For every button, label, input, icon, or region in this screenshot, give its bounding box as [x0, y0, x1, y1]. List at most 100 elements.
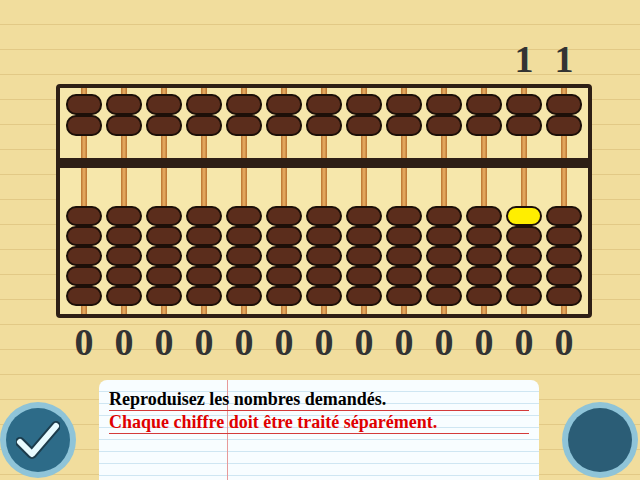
bead[interactable]: [266, 115, 302, 136]
bead[interactable]: [66, 94, 102, 115]
bead[interactable]: [106, 266, 142, 286]
bead[interactable]: [346, 246, 382, 266]
bead[interactable]: [546, 286, 582, 306]
rod: [384, 88, 424, 158]
bead[interactable]: [506, 246, 542, 266]
bead[interactable]: [426, 246, 462, 266]
bead[interactable]: [386, 246, 422, 266]
bead[interactable]: [226, 246, 262, 266]
bead[interactable]: [226, 286, 262, 306]
bead[interactable]: [426, 115, 462, 136]
bead[interactable]: [66, 286, 102, 306]
bead[interactable]: [306, 266, 342, 286]
bead[interactable]: [466, 286, 502, 306]
bead[interactable]: [106, 206, 142, 226]
bead[interactable]: [186, 226, 222, 246]
bead[interactable]: [186, 115, 222, 136]
bead[interactable]: [106, 246, 142, 266]
bead[interactable]: [306, 206, 342, 226]
bead[interactable]: [506, 115, 542, 136]
bead[interactable]: [466, 266, 502, 286]
bead[interactable]: [546, 226, 582, 246]
bead[interactable]: [266, 286, 302, 306]
bead[interactable]: [306, 115, 342, 136]
bead[interactable]: [186, 286, 222, 306]
bead[interactable]: [466, 226, 502, 246]
bead[interactable]: [146, 206, 182, 226]
column-digit: 0: [64, 323, 104, 361]
bead[interactable]: [426, 94, 462, 115]
bead[interactable]: [506, 206, 542, 226]
bead[interactable]: [186, 206, 222, 226]
bead[interactable]: [106, 94, 142, 115]
bead[interactable]: [346, 206, 382, 226]
bead[interactable]: [306, 94, 342, 115]
rod: [544, 88, 584, 158]
bead[interactable]: [466, 94, 502, 115]
rod: [64, 168, 104, 315]
bead[interactable]: [506, 94, 542, 115]
bead[interactable]: [266, 206, 302, 226]
bead[interactable]: [106, 115, 142, 136]
bead[interactable]: [346, 115, 382, 136]
rod: [424, 168, 464, 315]
bead[interactable]: [546, 206, 582, 226]
bead[interactable]: [546, 266, 582, 286]
bead[interactable]: [386, 115, 422, 136]
bead[interactable]: [346, 286, 382, 306]
bead[interactable]: [386, 206, 422, 226]
bead[interactable]: [306, 226, 342, 246]
bead[interactable]: [146, 266, 182, 286]
bead[interactable]: [346, 266, 382, 286]
column-digit: 0: [344, 323, 384, 361]
bead[interactable]: [66, 226, 102, 246]
bead[interactable]: [266, 246, 302, 266]
bead[interactable]: [426, 286, 462, 306]
bead[interactable]: [426, 226, 462, 246]
bead[interactable]: [146, 115, 182, 136]
bead[interactable]: [426, 266, 462, 286]
next-button[interactable]: [562, 402, 638, 478]
bead[interactable]: [226, 115, 262, 136]
bead[interactable]: [546, 246, 582, 266]
bead[interactable]: [226, 266, 262, 286]
bead[interactable]: [546, 115, 582, 136]
bead[interactable]: [266, 266, 302, 286]
validate-button[interactable]: [0, 402, 76, 478]
bead[interactable]: [466, 246, 502, 266]
bead[interactable]: [66, 206, 102, 226]
bead[interactable]: [346, 226, 382, 246]
bead[interactable]: [426, 206, 462, 226]
bead[interactable]: [506, 286, 542, 306]
bead[interactable]: [266, 226, 302, 246]
bead[interactable]: [266, 94, 302, 115]
bead[interactable]: [66, 266, 102, 286]
bead[interactable]: [506, 266, 542, 286]
bead[interactable]: [386, 226, 422, 246]
bead[interactable]: [146, 286, 182, 306]
bead[interactable]: [386, 266, 422, 286]
rod: [464, 168, 504, 315]
bead[interactable]: [466, 115, 502, 136]
bead[interactable]: [186, 266, 222, 286]
bead[interactable]: [146, 226, 182, 246]
bead[interactable]: [386, 286, 422, 306]
bead[interactable]: [146, 94, 182, 115]
bead[interactable]: [146, 246, 182, 266]
bead[interactable]: [386, 94, 422, 115]
bead[interactable]: [306, 246, 342, 266]
bead[interactable]: [226, 206, 262, 226]
bead[interactable]: [66, 246, 102, 266]
bead[interactable]: [226, 226, 262, 246]
bead[interactable]: [466, 206, 502, 226]
bead[interactable]: [346, 94, 382, 115]
bead[interactable]: [186, 246, 222, 266]
bead[interactable]: [226, 94, 262, 115]
bead[interactable]: [546, 94, 582, 115]
bead[interactable]: [106, 226, 142, 246]
bead[interactable]: [186, 94, 222, 115]
bead[interactable]: [506, 226, 542, 246]
bead[interactable]: [306, 286, 342, 306]
bead[interactable]: [106, 286, 142, 306]
bead[interactable]: [66, 115, 102, 136]
